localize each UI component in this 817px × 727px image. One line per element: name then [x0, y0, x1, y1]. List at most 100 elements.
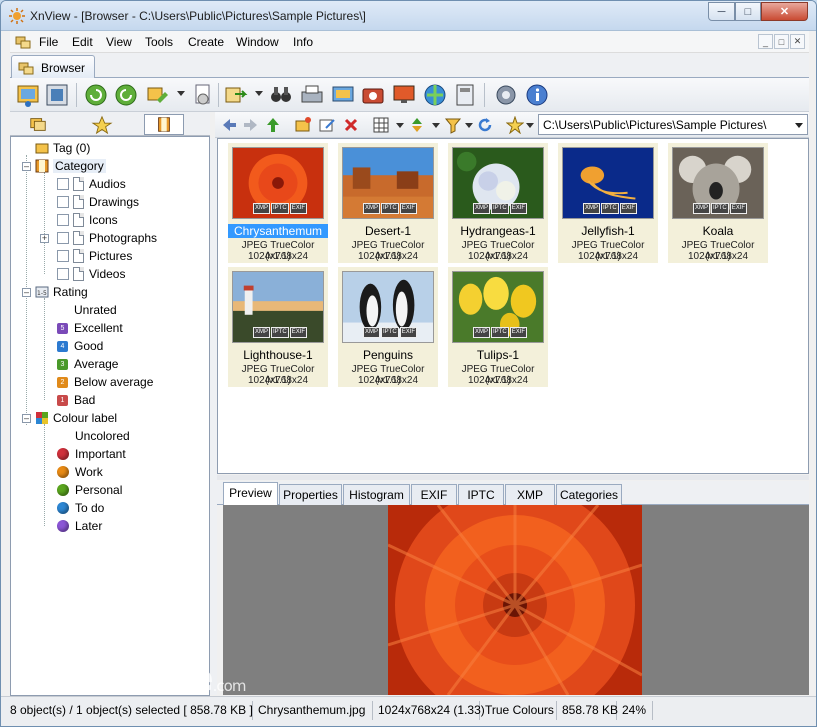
menu-tools[interactable]: Tools — [145, 35, 173, 49]
colour-item-personal[interactable]: Personal — [57, 482, 122, 498]
filter-icon[interactable] — [444, 116, 462, 134]
monitor-icon[interactable] — [391, 82, 417, 108]
web-icon[interactable] — [422, 82, 448, 108]
colour-item-to-do[interactable]: To do — [57, 500, 104, 516]
fullscreen-icon[interactable] — [44, 82, 70, 108]
thumbnail-item[interactable]: XMP IPTC EXIF Hydrangeas-1 JPEG TrueColor … — [448, 143, 548, 263]
checkbox[interactable] — [57, 250, 69, 262]
browser-doc-icon[interactable] — [15, 34, 31, 50]
checkbox[interactable] — [57, 196, 69, 208]
menu-file[interactable]: File — [39, 35, 58, 49]
horizontal-splitter[interactable] — [217, 475, 809, 480]
forward-arrow-icon[interactable] — [242, 116, 260, 134]
tab-histogram[interactable]: Histogram — [343, 484, 410, 505]
colour-item-uncolored[interactable]: Uncolored — [57, 428, 130, 444]
find-icon[interactable] — [268, 82, 294, 108]
menu-create[interactable]: Create — [188, 35, 224, 49]
category-item-audios[interactable]: Audios — [57, 176, 126, 192]
tree-rating[interactable]: 1-5 Rating — [35, 284, 88, 300]
calculator-icon[interactable] — [452, 82, 478, 108]
rating-item-bad[interactable]: 1 Bad — [57, 392, 95, 408]
print-icon[interactable] — [299, 82, 325, 108]
tree-colour-label[interactable]: Colour label — [35, 410, 117, 426]
checkbox[interactable] — [57, 178, 69, 190]
menu-info[interactable]: Info — [293, 35, 313, 49]
slideshow-icon[interactable] — [330, 82, 356, 108]
expander-rating[interactable]: – — [22, 288, 31, 297]
export-icon[interactable] — [223, 82, 249, 108]
mdi-minimize-button[interactable]: _ — [758, 34, 773, 49]
rotate-left-icon[interactable] — [83, 82, 109, 108]
orange-dot-icon — [57, 466, 69, 478]
mdi-restore-button[interactable]: □ — [774, 34, 789, 49]
thumbnail-item[interactable]: XMP IPTC EXIF Penguins JPEG TrueColor (v1.… — [338, 267, 438, 387]
settings-gear-icon[interactable] — [493, 82, 519, 108]
rating-item-excellent[interactable]: 5 Excellent — [57, 320, 123, 336]
thumbnail-item[interactable]: XMP IPTC EXIF Lighthouse-1 JPEG TrueColor … — [228, 267, 328, 387]
delete-icon[interactable] — [342, 116, 360, 134]
capture-icon[interactable] — [360, 82, 386, 108]
rating-item-below-average[interactable]: 2 Below average — [57, 374, 153, 390]
colour-item-important[interactable]: Important — [57, 446, 126, 462]
path-combobox[interactable]: C:\Users\Public\Pictures\Sample Pictures… — [538, 114, 808, 135]
new-folder-icon[interactable] — [294, 116, 312, 134]
tab-preview[interactable]: Preview — [223, 482, 278, 505]
chevron-down-icon[interactable] — [795, 123, 803, 128]
left-splitter[interactable] — [210, 138, 217, 695]
colour-item-work[interactable]: Work — [57, 464, 103, 480]
thumbnail-item[interactable]: XMP IPTC EXIF Desert-1 JPEG TrueColor (v1.… — [338, 143, 438, 263]
thumbnail-item[interactable]: XMP IPTC EXIF Jellyfish-1 JPEG TrueColor (… — [558, 143, 658, 263]
category-item-photographs[interactable]: Photographs — [57, 230, 157, 246]
favorites-tab-icon[interactable] — [82, 114, 122, 135]
category-item-drawings[interactable]: Drawings — [57, 194, 139, 210]
thumbnail-item[interactable]: XMP IPTC EXIF Chrysanthemum JPEG TrueColor… — [228, 143, 328, 263]
menu-edit[interactable]: Edit — [72, 35, 93, 49]
thumbnail-item[interactable]: XMP IPTC EXIF Koala JPEG TrueColor (v1.1) … — [668, 143, 768, 263]
sort-icon[interactable] — [408, 116, 426, 134]
categories-tab-icon[interactable] — [144, 114, 184, 135]
minimize-button[interactable]: ─ — [708, 2, 735, 21]
colour-item-label: Uncolored — [75, 429, 130, 443]
convert-icon[interactable] — [145, 82, 171, 108]
rotate-right-icon[interactable] — [113, 82, 139, 108]
tree-category[interactable]: Category — [35, 158, 106, 174]
tab-categories[interactable]: Categories — [556, 484, 622, 505]
expander-photographs[interactable]: + — [40, 234, 49, 243]
tab-browser[interactable]: Browser — [11, 55, 95, 78]
up-arrow-icon[interactable] — [264, 116, 282, 134]
checkbox[interactable] — [57, 214, 69, 226]
expander-colour-label[interactable]: – — [22, 414, 31, 423]
category-item-pictures[interactable]: Pictures — [57, 248, 132, 264]
info-doc-icon[interactable] — [190, 82, 216, 108]
menu-view[interactable]: View — [106, 35, 132, 49]
maximize-button[interactable]: □ — [735, 2, 761, 21]
rating-item-average[interactable]: 3 Average — [57, 356, 118, 372]
category-item-videos[interactable]: Videos — [57, 266, 125, 282]
checkbox[interactable] — [57, 232, 69, 244]
rename-icon[interactable] — [318, 116, 336, 134]
tree-tag[interactable]: Tag (0) — [35, 140, 90, 156]
menu-window[interactable]: Window — [236, 35, 279, 49]
thumbnail-item[interactable]: XMP IPTC EXIF Tulips-1 JPEG TrueColor (v1.… — [448, 267, 548, 387]
favorite-star-icon[interactable] — [506, 116, 524, 134]
tab-properties[interactable]: Properties — [279, 484, 342, 505]
back-arrow-icon[interactable] — [220, 116, 238, 134]
preview-pane — [223, 505, 809, 695]
tab-exif[interactable]: EXIF — [411, 484, 457, 505]
open-image-icon[interactable] — [15, 82, 41, 108]
expander-category[interactable]: – — [22, 162, 31, 171]
close-button[interactable]: ✕ — [761, 2, 808, 21]
refresh-icon[interactable] — [476, 116, 494, 134]
checkbox[interactable] — [57, 268, 69, 280]
colour-item-later[interactable]: Later — [57, 518, 102, 534]
tab-iptc[interactable]: IPTC — [458, 484, 504, 505]
folders-tab-icon[interactable] — [18, 114, 58, 135]
rating-item-unrated[interactable]: Unrated — [57, 302, 117, 318]
tab-xmp[interactable]: XMP — [505, 484, 555, 505]
view-mode-icon[interactable] — [372, 116, 390, 134]
info-icon[interactable] — [524, 82, 550, 108]
mdi-close-button[interactable]: ✕ — [790, 34, 805, 49]
thumbnail-flags: XMP IPTC EXIF — [363, 327, 418, 338]
category-item-icons[interactable]: Icons — [57, 212, 118, 228]
rating-item-good[interactable]: 4 Good — [57, 338, 103, 354]
